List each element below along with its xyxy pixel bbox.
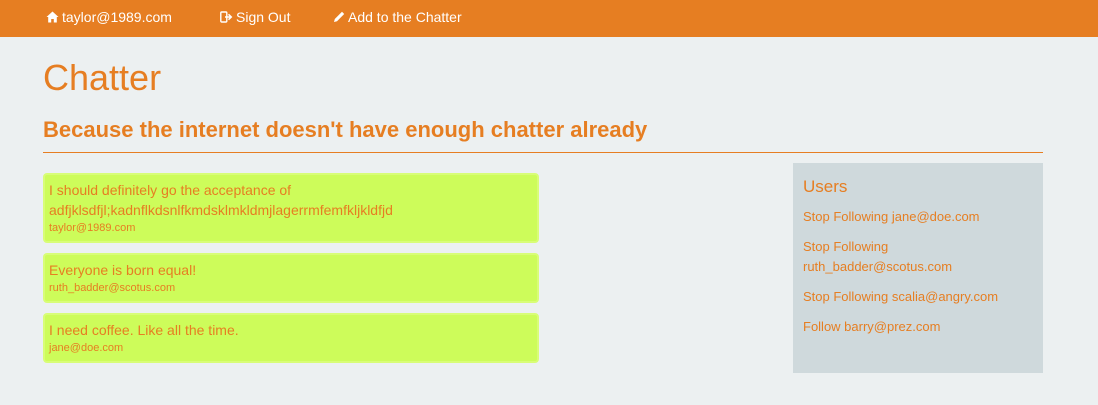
chatter-author: jane@doe.com (49, 342, 124, 354)
chatter-author: taylor@1989.com (49, 222, 136, 234)
add-chatter-link[interactable]: Add to the Chatter (333, 0, 462, 36)
chatter-card: I need coffee. Like all the time. jane@d… (43, 313, 539, 363)
nav-home-link[interactable]: taylor@1989.com (46, 0, 172, 36)
nav-home-label: taylor@1989.com (62, 9, 172, 25)
page-title: Chatter (43, 57, 162, 98)
page-subtitle: Because the internet doesn't have enough… (43, 117, 648, 142)
top-navbar: taylor@1989.com Sign Out Add to the Chat… (0, 0, 1098, 37)
users-panel: Users Stop Following jane@doe.com Stop F… (793, 163, 1043, 373)
header-divider (43, 152, 1043, 153)
chatter-card: Everyone is born equal! ruth_badder@scot… (43, 253, 539, 303)
add-chatter-label: Add to the Chatter (348, 9, 462, 25)
users-panel-title: Users (803, 177, 848, 196)
unfollow-scalia-link[interactable]: Stop Following scalia@angry.com (803, 287, 1033, 307)
chatter-text: I need coffee. Like all the time. (49, 322, 239, 338)
chatter-text: I should definitely go the acceptance of… (49, 182, 393, 218)
sign-out-link[interactable]: Sign Out (220, 0, 290, 36)
chatter-text: Everyone is born equal! (49, 262, 197, 278)
follow-barry-link[interactable]: Follow barry@prez.com (803, 317, 1003, 337)
unfollow-jane-link[interactable]: Stop Following jane@doe.com (803, 207, 1003, 227)
sign-out-icon (220, 11, 233, 23)
unfollow-ruth-link[interactable]: Stop Following ruth_badder@scotus.com (803, 237, 1003, 277)
home-icon (46, 11, 59, 23)
chatter-card: I should definitely go the acceptance of… (43, 173, 539, 243)
sign-out-label: Sign Out (236, 9, 291, 25)
chatter-author: ruth_badder@scotus.com (49, 282, 176, 294)
pencil-icon (334, 11, 345, 22)
